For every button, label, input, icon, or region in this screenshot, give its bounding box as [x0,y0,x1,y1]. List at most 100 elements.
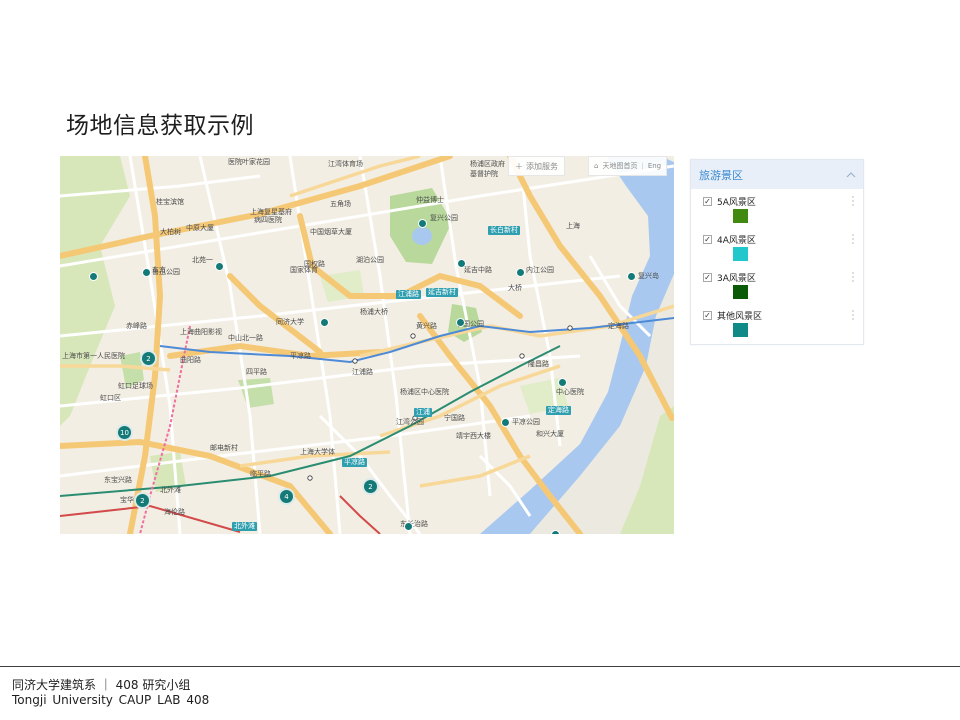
cluster-marker[interactable]: 10 [116,424,133,441]
metro-station-label: 江浦路 [396,290,421,299]
map-label: 江湾体育场 [328,160,363,168]
scenic-spot-pin[interactable] [627,272,636,281]
map-label: 复兴公园 [430,214,458,222]
legend-color-swatch [733,247,748,261]
map-label: 中山北一路 [228,334,263,342]
map-label: 湖泊公园 [356,256,384,264]
map-label: 靖宇西大楼 [456,432,491,440]
legend-item-label: 5A风景区 [717,198,756,208]
map-label: 江湾公园 [396,418,424,426]
scenic-spot-pin[interactable] [558,378,567,387]
map-label: 鲁迅公园 [152,268,180,276]
legend-item-5a: ✓ 5A风景区 [691,189,863,227]
map-label: 黄兴路 [416,322,437,330]
metro-station-label: 江浦 [414,408,432,417]
legend-color-swatch [733,209,748,223]
map-label: 上海市第一人民医院 [62,352,125,360]
layer-checkbox[interactable]: ✓ [703,311,712,320]
map-label: 北外滩 [160,486,181,494]
scenic-spot-pin[interactable] [320,318,329,327]
map-label: 杨浦区中心医院 [400,388,449,396]
pond [412,227,432,245]
scenic-spot-pin[interactable] [501,418,510,427]
map-label: 国权路 [304,260,325,268]
map-label: 隆昌路 [528,360,549,368]
map-label: 定海路 [608,322,629,330]
map-label: 五角场 [330,200,351,208]
metro-station-label: 长白新村 [488,226,520,235]
scenic-spot-pin[interactable] [457,259,466,268]
map-label: 东宝兴路 [104,476,132,484]
map-home-controls: ⌂ 天地图首页 | Eng [588,156,668,176]
footer-organization-en: Tongji University CAUP LAB 408 [12,693,210,707]
map-label: 杨浦大桥 [360,308,388,316]
map-label: 临平路 [250,470,271,478]
footer-organization-cn: 同济大学建筑系 ｜ 408 研究小组 [12,678,191,692]
legend-title: 旅游景区 [699,168,743,182]
map-label: 上海 [566,222,580,230]
map-label: 曲阳路 [180,356,201,364]
scenic-spot-pin[interactable] [404,522,413,531]
layer-legend-panel: 旅游景区 ✓ 5A风景区 ✓ 4A风景区 ✓ 3A风景区 ✓ 其他风景区 [690,159,864,345]
map-label: 上海曲阳影视 [180,328,222,336]
layer-checkbox[interactable]: ✓ [703,235,712,244]
map-label: 上海复星基府 [250,208,292,216]
chevron-up-icon[interactable] [845,169,857,181]
map-label: 桂宝滨馆 [156,198,184,206]
map-label: 中原大厦 [186,224,214,232]
more-vertical-icon[interactable] [851,309,855,321]
map-toolbar: ＋ 添加服务 [508,156,565,176]
metro-station-label: 北外滩 [232,522,257,531]
legend-color-swatch [733,323,748,337]
map-label: 延吉中路 [464,266,492,274]
add-service-button[interactable]: ＋ 添加服务 [508,156,565,176]
cluster-marker[interactable]: 4 [278,488,295,505]
scenic-spot-pin[interactable] [516,268,525,277]
more-vertical-icon[interactable] [851,233,855,245]
legend-color-swatch [733,285,748,299]
metro-station-label: 延吉新村 [426,288,458,297]
scenic-spot-pin[interactable] [418,219,427,228]
map-label: 基督护院 [470,170,498,178]
more-vertical-icon[interactable] [851,195,855,207]
map-label: 大柏树 [160,228,181,236]
map-label: 内江公园 [526,266,554,274]
home-link[interactable]: 天地图首页 [602,161,637,171]
map-label: 和兴大厦 [536,430,564,438]
metro-station-label: 定海路 [546,406,571,415]
map-label: 虹口足球场 [118,382,153,390]
map-label: 江浦路 [352,368,373,376]
map-label: 中国烟草大厦 [310,228,352,236]
map-view[interactable]: ＋ 添加服务 ⌂ 天地图首页 | Eng 医院叶家花园 江湾体育场 杨浦区政府 … [60,156,674,534]
map-label: 医院叶家花园 [228,158,270,166]
map-label: 大桥 [508,284,522,292]
legend-item-4a: ✓ 4A风景区 [691,227,863,265]
legend-header[interactable]: 旅游景区 [691,160,863,189]
scenic-spot-pin[interactable] [456,318,465,327]
layer-checkbox[interactable]: ✓ [703,197,712,206]
map-label: 病四医院 [254,216,282,224]
map-label: 北苑一 [192,256,213,264]
metro-station-label: 平凉路 [342,458,367,467]
map-label: 平凉公园 [512,418,540,426]
scenic-spot-pin[interactable] [551,530,560,534]
home-icon[interactable]: ⌂ [594,162,598,170]
cluster-marker[interactable]: 2 [140,350,157,367]
legend-item-other: ✓ 其他风景区 [691,303,863,341]
scenic-spot-pin[interactable] [142,268,151,277]
cluster-marker[interactable]: 2 [362,478,379,495]
english-link[interactable]: Eng [648,162,661,170]
map-label: 平凉路 [290,352,311,360]
scenic-spot-pin[interactable] [89,272,98,281]
map-label: 四平路 [246,368,267,376]
layer-checkbox[interactable]: ✓ [703,273,712,282]
cluster-marker[interactable]: 2 [134,492,151,509]
legend-item-3a: ✓ 3A风景区 [691,265,863,303]
scenic-spot-pin[interactable] [215,262,224,271]
more-vertical-icon[interactable] [851,271,855,283]
map-label: 复兴岛 [638,272,659,280]
map-base-layer [60,156,674,534]
map-label: 中心医院 [556,388,584,396]
legend-item-label: 3A风景区 [717,274,756,284]
map-label: 赤峰路 [126,322,147,330]
